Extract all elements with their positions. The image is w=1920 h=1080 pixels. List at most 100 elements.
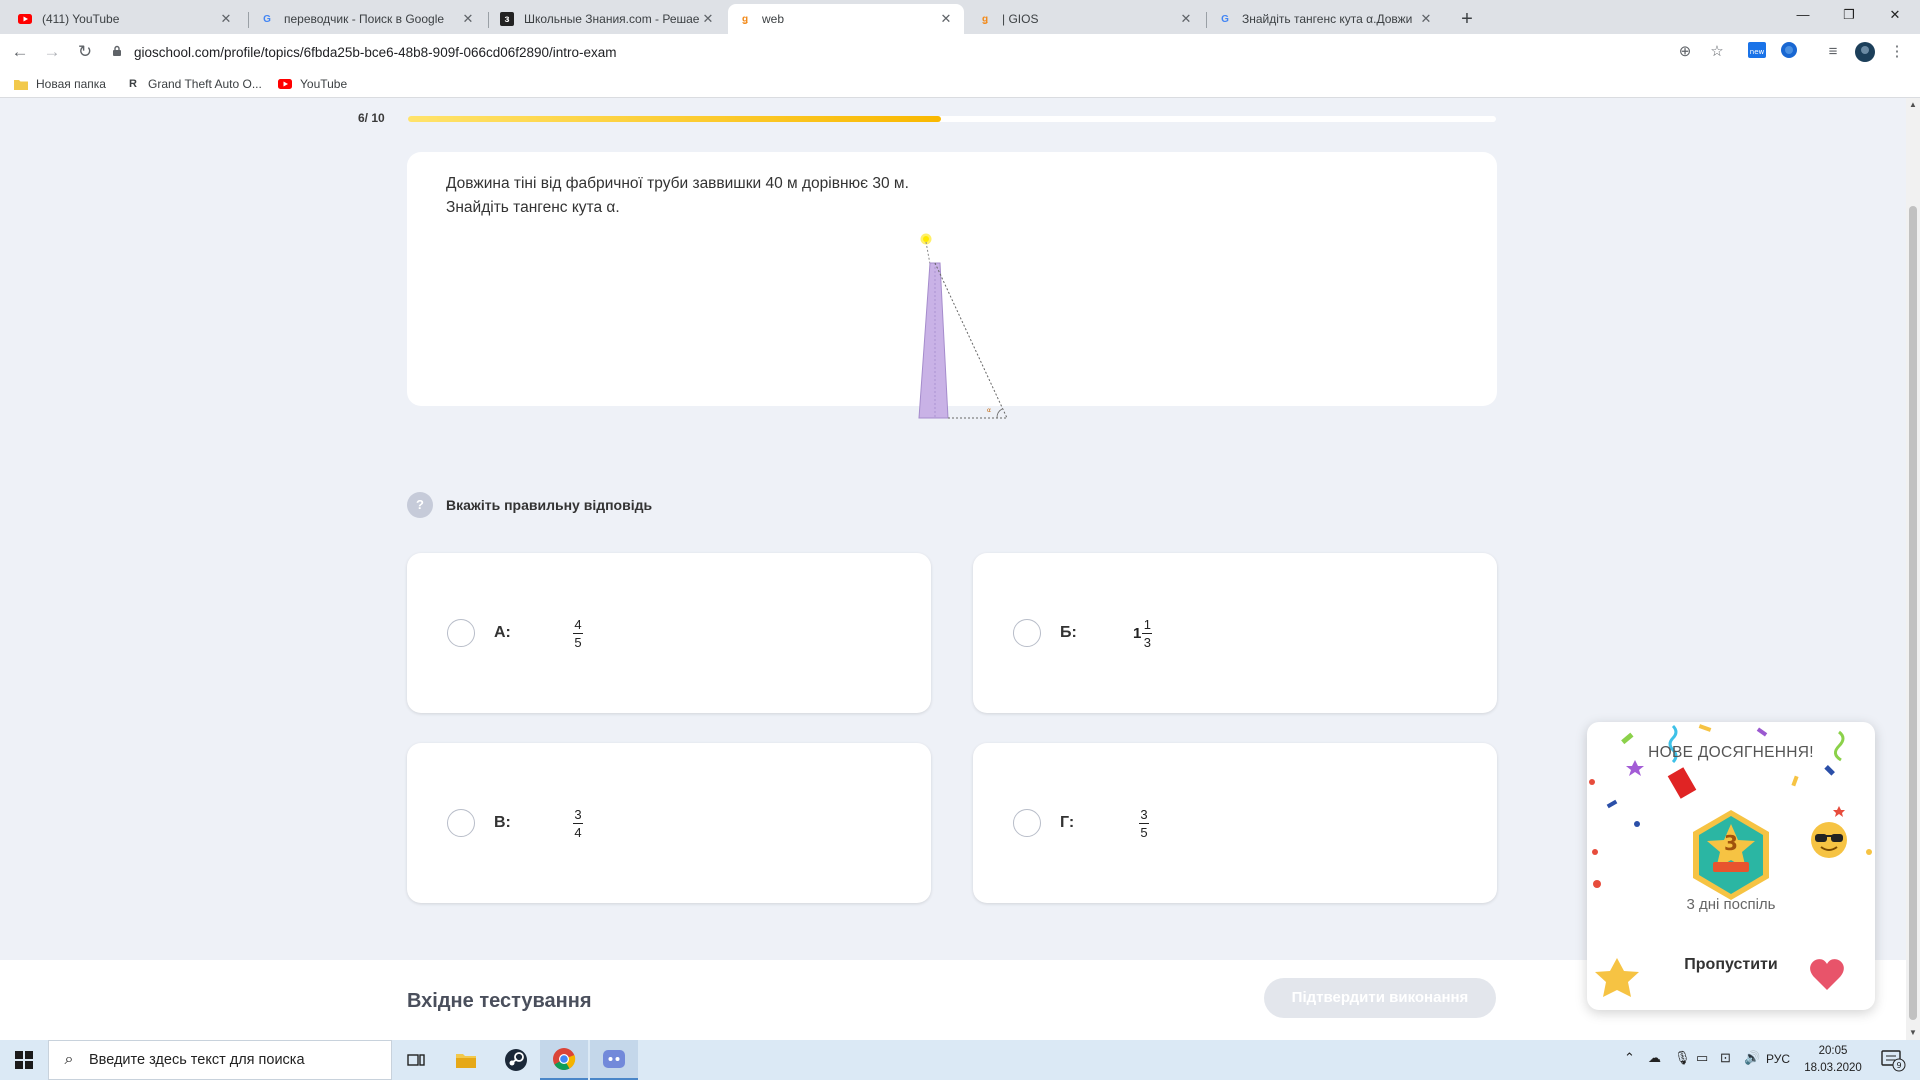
forward-button[interactable]: → bbox=[42, 42, 62, 62]
tab-separator bbox=[1206, 12, 1207, 28]
svg-text:new: new bbox=[1750, 48, 1765, 56]
help-icon[interactable]: ? bbox=[407, 492, 433, 518]
close-tab-icon[interactable]: ✕ bbox=[700, 11, 716, 27]
bookmark-gta[interactable]: R Grand Theft Auto O... bbox=[126, 75, 262, 93]
submit-button[interactable]: Підтвердити виконання bbox=[1264, 978, 1496, 1018]
clock-date: 18.03.2020 bbox=[1804, 1062, 1862, 1074]
extension-globe-icon[interactable] bbox=[1778, 41, 1800, 63]
scroll-up-arrow-icon[interactable]: ▲ bbox=[1906, 98, 1920, 112]
system-clock[interactable]: 20:05 18.03.2020 bbox=[1800, 1043, 1866, 1077]
answer-fraction: 3 4 bbox=[573, 807, 583, 840]
bookmark-star-icon[interactable]: ☆ bbox=[1706, 41, 1728, 63]
install-app-icon[interactable]: ⊕ bbox=[1674, 41, 1696, 63]
discord-icon[interactable] bbox=[590, 1040, 638, 1080]
new-tab-button[interactable]: + bbox=[1454, 6, 1480, 32]
extension-new-icon[interactable]: new bbox=[1746, 41, 1768, 63]
answer-fraction: 4 5 bbox=[573, 617, 583, 650]
fraction-bar bbox=[1142, 632, 1153, 634]
answer-option-v[interactable]: В: 3 4 bbox=[407, 743, 931, 903]
close-tab-icon[interactable]: ✕ bbox=[1178, 11, 1194, 27]
battery-meter-icon[interactable]: ▭ bbox=[1696, 1050, 1708, 1066]
back-button[interactable]: ← bbox=[10, 42, 30, 62]
scroll-down-arrow-icon[interactable]: ▼ bbox=[1906, 1026, 1920, 1040]
progress-bar bbox=[408, 116, 1496, 122]
network-icon[interactable]: ⊡ bbox=[1720, 1050, 1731, 1066]
answer-whole: 1 bbox=[1133, 624, 1142, 642]
tab-youtube[interactable]: (411) YouTube ✕ bbox=[8, 4, 244, 34]
google-icon: G bbox=[1221, 13, 1229, 25]
fraction-bar bbox=[573, 632, 583, 634]
tab-title: Школьные Знания.com - Решае bbox=[524, 12, 700, 26]
tab-google-search[interactable]: G переводчик - Поиск в Google ✕ bbox=[250, 4, 486, 34]
answer-radio[interactable] bbox=[1013, 619, 1041, 647]
file-explorer-icon[interactable] bbox=[442, 1040, 490, 1080]
show-hidden-icons-icon[interactable]: ⌃ bbox=[1624, 1050, 1635, 1066]
close-tab-icon[interactable]: ✕ bbox=[938, 11, 954, 27]
maximize-button[interactable]: ❐ bbox=[1826, 0, 1872, 30]
close-tab-icon[interactable]: ✕ bbox=[1418, 11, 1434, 27]
youtube-icon bbox=[18, 12, 32, 26]
reload-button[interactable]: ↻ bbox=[75, 42, 95, 62]
answer-letter: Б: bbox=[1060, 624, 1077, 641]
fraction-numerator: 1 bbox=[1143, 616, 1151, 632]
bookmark-folder[interactable]: Новая папка bbox=[14, 75, 106, 93]
minimize-button[interactable]: — bbox=[1780, 0, 1826, 30]
onedrive-icon[interactable]: ☁ bbox=[1648, 1050, 1661, 1066]
angle-alpha-label: α bbox=[987, 407, 991, 414]
input-language[interactable]: РУС bbox=[1766, 1052, 1790, 1066]
fraction-numerator: 3 bbox=[574, 806, 582, 822]
clock-time: 20:05 bbox=[1818, 1045, 1848, 1057]
fraction-denominator: 5 bbox=[574, 634, 582, 650]
notification-count: 9 bbox=[1896, 1061, 1901, 1070]
answer-option-b[interactable]: Б: 1 1 3 bbox=[973, 553, 1497, 713]
notification-center-icon[interactable]: 9 bbox=[1880, 1048, 1906, 1077]
windows-taskbar: ⌕ Введите здесь текст для поиска ⌃ ☁ 🎙 ▭… bbox=[0, 1040, 1920, 1080]
gioschool-icon: ǥ bbox=[741, 13, 749, 25]
tab-gios[interactable]: ǥ | GIOS ✕ bbox=[968, 4, 1204, 34]
answer-fraction: 3 5 bbox=[1139, 807, 1149, 840]
answer-radio[interactable] bbox=[447, 619, 475, 647]
answer-radio[interactable] bbox=[1013, 809, 1041, 837]
page-scrollbar[interactable]: ▲ ▼ bbox=[1906, 98, 1920, 1040]
profile-avatar[interactable] bbox=[1854, 41, 1876, 63]
fraction-bar bbox=[573, 822, 583, 824]
tab-title: переводчик - Поиск в Google bbox=[284, 12, 445, 26]
browser-menu-icon[interactable]: ⋮ bbox=[1886, 41, 1908, 63]
achievement-popup: НОВЕ ДОСЯГНЕННЯ! 3 3 дні поспіль Пропуст… bbox=[1587, 722, 1875, 1010]
fraction-numerator: 4 bbox=[574, 616, 582, 632]
browser-tab-bar: (411) YouTube ✕ G переводчик - Поиск в G… bbox=[0, 0, 1920, 34]
search-icon: ⌕ bbox=[64, 1051, 74, 1068]
microphone-icon[interactable]: 🎙 bbox=[1674, 1050, 1691, 1066]
answer-radio[interactable] bbox=[447, 809, 475, 837]
tab-web[interactable]: ǥ web ✕ bbox=[728, 4, 964, 34]
scrollbar-thumb[interactable] bbox=[1909, 206, 1917, 1020]
tab-google-tangent[interactable]: G Знайдіть тангенс кута α.Довжи ✕ bbox=[1208, 4, 1444, 34]
task-view-icon[interactable] bbox=[392, 1040, 440, 1080]
achievement-badge-icon: 3 bbox=[1683, 808, 1779, 908]
progress-counter: 6/ 10 bbox=[358, 111, 385, 125]
bookmarks-bar: Новая папка R Grand Theft Auto O... YouT… bbox=[0, 70, 1920, 98]
steam-icon[interactable] bbox=[492, 1040, 540, 1080]
folder-icon bbox=[14, 78, 28, 90]
address-bar[interactable]: gioschool.com/profile/topics/6fbda25b-bc… bbox=[112, 39, 1782, 65]
bookmark-label: Новая папка bbox=[36, 77, 106, 91]
answer-option-a[interactable]: А: 4 5 bbox=[407, 553, 931, 713]
badge-number: 3 bbox=[1724, 831, 1738, 855]
fraction-numerator: 3 bbox=[1140, 806, 1148, 822]
tab-separator bbox=[488, 12, 489, 28]
skip-button[interactable]: Пропустити bbox=[1587, 956, 1875, 974]
bookmark-youtube[interactable]: YouTube bbox=[278, 75, 347, 93]
taskbar-search[interactable]: ⌕ Введите здесь текст для поиска bbox=[48, 1040, 392, 1080]
question-line-1: Довжина тіні від фабричної труби заввишк… bbox=[446, 175, 909, 192]
achievement-subtitle: 3 дні поспіль bbox=[1686, 896, 1776, 913]
close-tab-icon[interactable]: ✕ bbox=[218, 11, 234, 27]
chrome-icon[interactable] bbox=[540, 1040, 588, 1080]
close-window-button[interactable]: ✕ bbox=[1872, 0, 1918, 30]
start-button[interactable] bbox=[0, 1040, 48, 1080]
close-tab-icon[interactable]: ✕ bbox=[460, 11, 476, 27]
tab-znanija[interactable]: з Школьные Знания.com - Решае ✕ bbox=[490, 4, 726, 34]
volume-icon[interactable]: 🔊 bbox=[1744, 1050, 1760, 1066]
media-control-icon[interactable]: ≡ bbox=[1822, 41, 1844, 63]
answer-option-g[interactable]: Г: 3 5 bbox=[973, 743, 1497, 903]
gioschool-icon: ǥ bbox=[981, 13, 989, 25]
